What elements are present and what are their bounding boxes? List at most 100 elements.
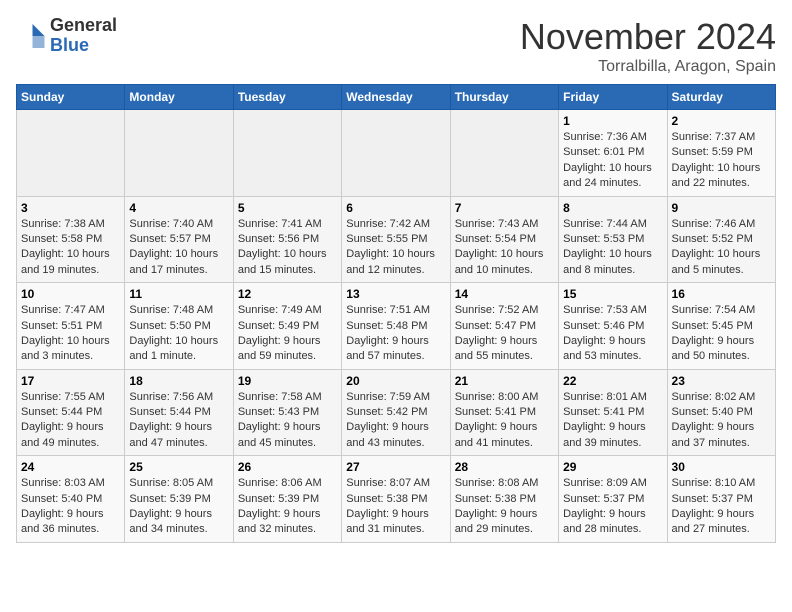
calendar-cell: 11 Sunrise: 7:48 AMSunset: 5:50 PMDayligh… [125, 283, 233, 370]
calendar-cell [233, 110, 341, 197]
calendar-header-row: SundayMondayTuesdayWednesdayThursdayFrid… [17, 85, 776, 110]
weekday-header-wednesday: Wednesday [342, 85, 450, 110]
calendar-cell [17, 110, 125, 197]
day-info: Sunrise: 7:49 AMSunset: 5:49 PMDaylight:… [238, 303, 337, 365]
calendar-cell: 27 Sunrise: 8:07 AMSunset: 5:38 PMDayligh… [342, 456, 450, 543]
day-info: Sunrise: 7:42 AMSunset: 5:55 PMDaylight:… [346, 217, 445, 279]
calendar-cell: 19 Sunrise: 7:58 AMSunset: 5:43 PMDayligh… [233, 369, 341, 456]
weekday-header-thursday: Thursday [450, 85, 558, 110]
day-info: Sunrise: 7:47 AMSunset: 5:51 PMDaylight:… [21, 303, 120, 365]
calendar-cell: 22 Sunrise: 8:01 AMSunset: 5:41 PMDayligh… [559, 369, 667, 456]
calendar-cell: 8Sunrise: 7:44 AMSunset: 5:53 PMDaylight… [559, 196, 667, 283]
day-number: 23 [672, 374, 771, 388]
day-number: 27 [346, 460, 445, 474]
calendar-table: SundayMondayTuesdayWednesdayThursdayFrid… [16, 84, 776, 543]
day-number: 6 [346, 201, 445, 215]
day-number: 8 [563, 201, 662, 215]
logo-text: General Blue [50, 16, 117, 56]
day-info: Sunrise: 7:54 AMSunset: 5:45 PMDaylight:… [672, 303, 771, 365]
day-info: Sunrise: 8:00 AMSunset: 5:41 PMDaylight:… [455, 390, 554, 452]
day-number: 12 [238, 287, 337, 301]
calendar-cell: 18 Sunrise: 7:56 AMSunset: 5:44 PMDayligh… [125, 369, 233, 456]
day-number: 24 [21, 460, 120, 474]
day-info: Sunrise: 7:38 AMSunset: 5:58 PMDaylight:… [21, 217, 120, 279]
weekday-header-tuesday: Tuesday [233, 85, 341, 110]
day-info: Sunrise: 8:06 AMSunset: 5:39 PMDaylight:… [238, 476, 337, 538]
day-number: 16 [672, 287, 771, 301]
day-info: Sunrise: 8:01 AMSunset: 5:41 PMDaylight:… [563, 390, 662, 452]
calendar-cell: 2 Sunrise: 7:37 AMSunset: 5:59 PMDaylight… [667, 110, 775, 197]
day-info: Sunrise: 8:08 AMSunset: 5:38 PMDaylight:… [455, 476, 554, 538]
day-number: 10 [21, 287, 120, 301]
day-info: Sunrise: 7:37 AMSunset: 5:59 PMDaylight:… [672, 130, 771, 192]
calendar-cell: 26 Sunrise: 8:06 AMSunset: 5:39 PMDayligh… [233, 456, 341, 543]
day-number: 9 [672, 201, 771, 215]
calendar-week-row: 1 Sunrise: 7:36 AMSunset: 6:01 PMDaylight… [17, 110, 776, 197]
calendar-week-row: 17Sunrise: 7:55 AMSunset: 5:44 PMDayligh… [17, 369, 776, 456]
calendar-cell: 25 Sunrise: 8:05 AMSunset: 5:39 PMDayligh… [125, 456, 233, 543]
day-number: 13 [346, 287, 445, 301]
day-number: 1 [563, 114, 662, 128]
day-number: 5 [238, 201, 337, 215]
day-number: 18 [129, 374, 228, 388]
calendar-cell: 21Sunrise: 8:00 AMSunset: 5:41 PMDayligh… [450, 369, 558, 456]
calendar-cell [450, 110, 558, 197]
calendar-cell: 7 Sunrise: 7:43 AMSunset: 5:54 PMDaylight… [450, 196, 558, 283]
day-number: 3 [21, 201, 120, 215]
day-info: Sunrise: 8:07 AMSunset: 5:38 PMDaylight:… [346, 476, 445, 538]
calendar-cell: 20 Sunrise: 7:59 AMSunset: 5:42 PMDayligh… [342, 369, 450, 456]
day-info: Sunrise: 8:09 AMSunset: 5:37 PMDaylight:… [563, 476, 662, 538]
day-number: 28 [455, 460, 554, 474]
calendar-cell: 30Sunrise: 8:10 AMSunset: 5:37 PMDayligh… [667, 456, 775, 543]
day-info: Sunrise: 7:56 AMSunset: 5:44 PMDaylight:… [129, 390, 228, 452]
weekday-header-friday: Friday [559, 85, 667, 110]
day-number: 7 [455, 201, 554, 215]
calendar-cell: 9 Sunrise: 7:46 AMSunset: 5:52 PMDaylight… [667, 196, 775, 283]
day-number: 14 [455, 287, 554, 301]
logo-general: General [50, 15, 117, 35]
day-info: Sunrise: 8:03 AMSunset: 5:40 PMDaylight:… [21, 476, 120, 538]
calendar-cell: 4Sunrise: 7:40 AMSunset: 5:57 PMDaylight… [125, 196, 233, 283]
calendar-week-row: 10 Sunrise: 7:47 AMSunset: 5:51 PMDayligh… [17, 283, 776, 370]
day-number: 25 [129, 460, 228, 474]
day-number: 2 [672, 114, 771, 128]
day-number: 19 [238, 374, 337, 388]
calendar-cell: 5 Sunrise: 7:41 AMSunset: 5:56 PMDaylight… [233, 196, 341, 283]
page-header: General Blue November 2024 Torralbilla, … [16, 16, 776, 76]
weekday-header-sunday: Sunday [17, 85, 125, 110]
day-info: Sunrise: 8:02 AMSunset: 5:40 PMDaylight:… [672, 390, 771, 452]
calendar-cell [125, 110, 233, 197]
day-info: Sunrise: 7:48 AMSunset: 5:50 PMDaylight:… [129, 303, 228, 365]
location-title: Torralbilla, Aragon, Spain [520, 58, 776, 76]
calendar-cell: 6 Sunrise: 7:42 AMSunset: 5:55 PMDaylight… [342, 196, 450, 283]
day-number: 17 [21, 374, 120, 388]
day-info: Sunrise: 7:52 AMSunset: 5:47 PMDaylight:… [455, 303, 554, 365]
day-number: 20 [346, 374, 445, 388]
title-block: November 2024 Torralbilla, Aragon, Spain [520, 16, 776, 76]
logo-blue: Blue [50, 35, 89, 55]
day-info: Sunrise: 7:58 AMSunset: 5:43 PMDaylight:… [238, 390, 337, 452]
day-info: Sunrise: 7:53 AMSunset: 5:46 PMDaylight:… [563, 303, 662, 365]
day-number: 11 [129, 287, 228, 301]
calendar-cell: 24 Sunrise: 8:03 AMSunset: 5:40 PMDayligh… [17, 456, 125, 543]
logo: General Blue [16, 16, 117, 56]
calendar-cell: 13Sunrise: 7:51 AMSunset: 5:48 PMDayligh… [342, 283, 450, 370]
day-info: Sunrise: 8:05 AMSunset: 5:39 PMDaylight:… [129, 476, 228, 538]
calendar-cell: 29 Sunrise: 8:09 AMSunset: 5:37 PMDayligh… [559, 456, 667, 543]
day-info: Sunrise: 7:59 AMSunset: 5:42 PMDaylight:… [346, 390, 445, 452]
day-info: Sunrise: 7:46 AMSunset: 5:52 PMDaylight:… [672, 217, 771, 279]
day-number: 15 [563, 287, 662, 301]
day-info: Sunrise: 7:41 AMSunset: 5:56 PMDaylight:… [238, 217, 337, 279]
calendar-cell: 3 Sunrise: 7:38 AMSunset: 5:58 PMDaylight… [17, 196, 125, 283]
calendar-cell [342, 110, 450, 197]
day-number: 22 [563, 374, 662, 388]
day-info: Sunrise: 7:36 AMSunset: 6:01 PMDaylight:… [563, 130, 662, 192]
day-info: Sunrise: 7:43 AMSunset: 5:54 PMDaylight:… [455, 217, 554, 279]
day-number: 4 [129, 201, 228, 215]
month-title: November 2024 [520, 16, 776, 58]
day-number: 29 [563, 460, 662, 474]
day-number: 30 [672, 460, 771, 474]
calendar-cell: 10 Sunrise: 7:47 AMSunset: 5:51 PMDayligh… [17, 283, 125, 370]
day-number: 26 [238, 460, 337, 474]
calendar-cell: 12 Sunrise: 7:49 AMSunset: 5:49 PMDayligh… [233, 283, 341, 370]
